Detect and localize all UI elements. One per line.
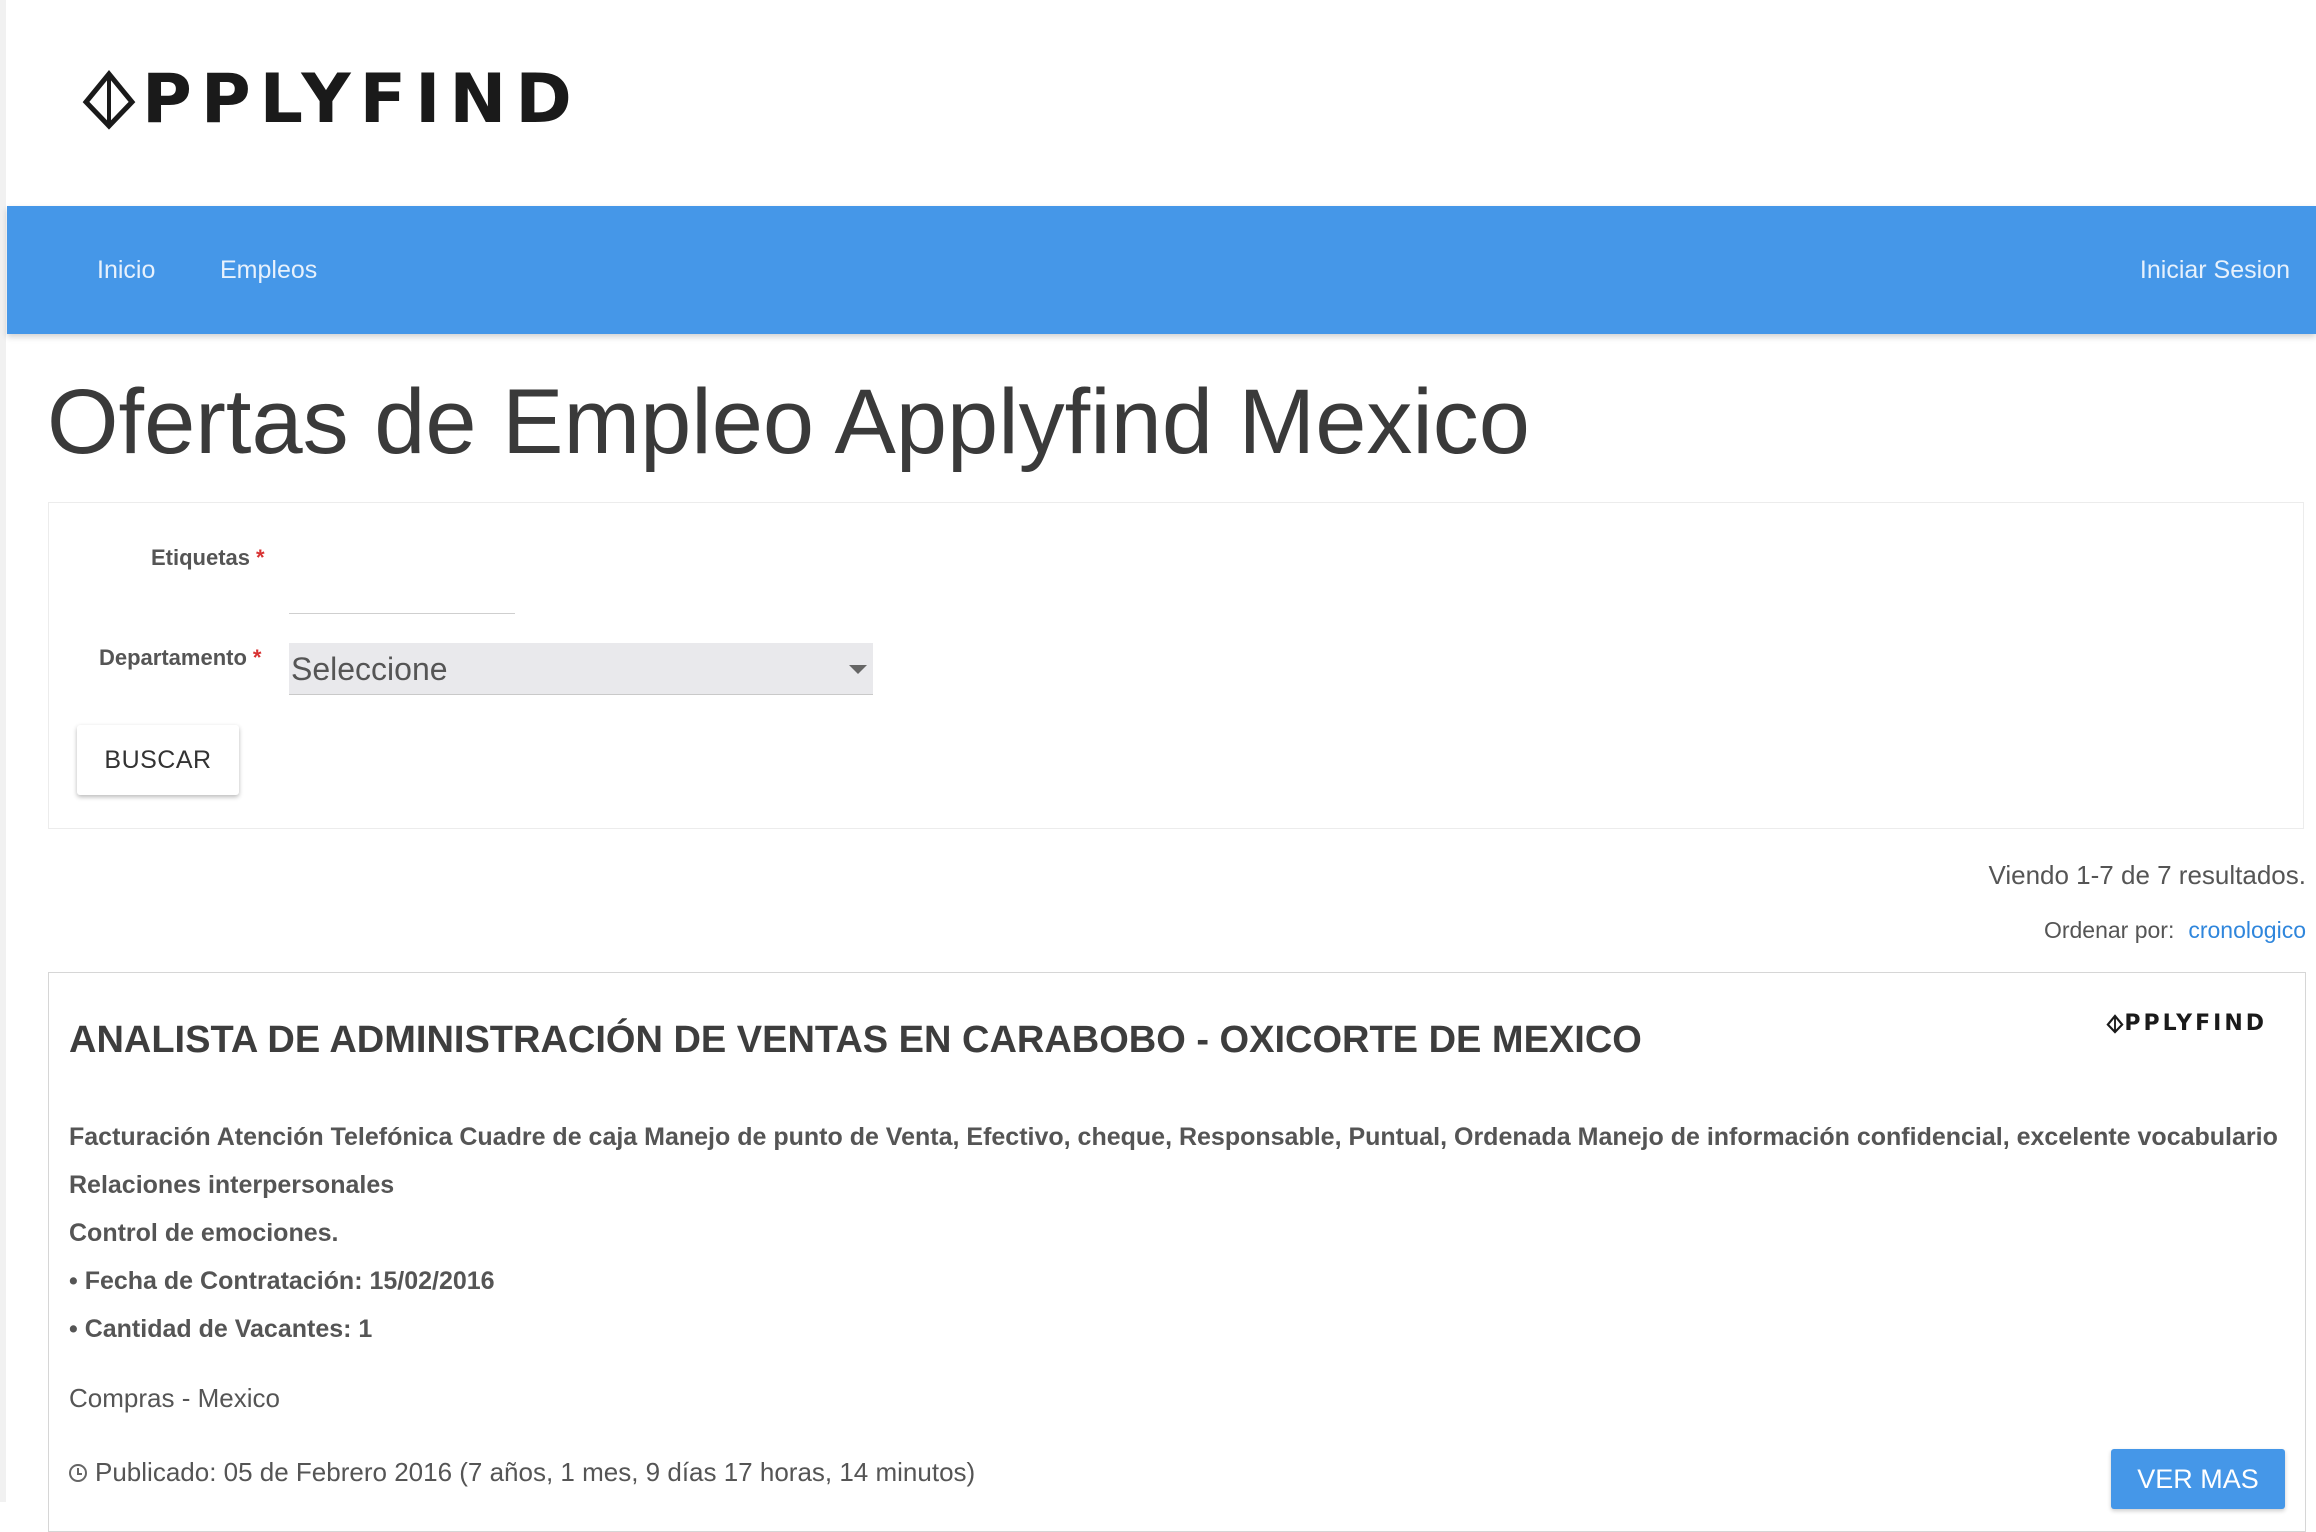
job-card: ANALISTA DE ADMINISTRACIÓN DE VENTAS EN … xyxy=(48,972,2306,1532)
job-description-line: Relaciones interpersonales xyxy=(69,1171,395,1199)
search-button[interactable]: BUSCAR xyxy=(77,725,239,795)
view-more-button[interactable]: VER MAS xyxy=(2111,1449,2285,1509)
department-label-text: Departamento xyxy=(99,645,247,670)
brand-logo-text: PPLYFIND xyxy=(142,60,581,139)
department-select[interactable]: Seleccione xyxy=(289,643,873,695)
tags-label-text: Etiquetas xyxy=(151,545,251,570)
clock-icon xyxy=(69,1463,87,1482)
nav-item-empleos[interactable]: Empleos xyxy=(220,206,317,334)
department-label: Departamento * xyxy=(99,645,261,671)
job-description-line: Facturación Atención Telefónica Cuadre d… xyxy=(69,1123,2278,1151)
login-link[interactable]: Iniciar Sesion xyxy=(2140,206,2290,334)
tags-input[interactable] xyxy=(289,563,515,614)
diamond-a-icon xyxy=(2106,1013,2124,1034)
chevron-down-icon xyxy=(849,665,867,674)
tags-label: Etiquetas * xyxy=(151,545,265,571)
required-mark: * xyxy=(256,545,265,570)
page-left-edge xyxy=(0,0,6,1502)
results-summary: Viendo 1-7 de 7 resultados. xyxy=(1988,860,2306,890)
job-location: Compras - Mexico xyxy=(69,1383,280,1413)
brand-logo[interactable]: PPLYFIND xyxy=(80,60,581,140)
sort-label: Ordenar por: xyxy=(2043,917,2175,943)
job-description: Facturación Atención Telefónica Cuadre d… xyxy=(69,1113,2289,1353)
company-logo: PPLYFIND xyxy=(2106,1011,2267,1036)
sort-link[interactable]: cronologico xyxy=(2188,917,2306,943)
job-hire-date: • Fecha de Contratación: 15/02/2016 xyxy=(69,1267,495,1295)
department-select-value: Seleccione xyxy=(291,651,448,687)
diamond-a-icon xyxy=(82,70,136,130)
nav-item-inicio[interactable]: Inicio xyxy=(97,206,155,334)
sort-row: Ordenar por: cronologico xyxy=(2044,917,2306,944)
job-vacancies: • Cantidad de Vacantes: 1 xyxy=(69,1315,373,1343)
company-logo-text: PPLYFIND xyxy=(2124,1011,2267,1036)
job-published: Publicado: 05 de Febrero 2016 (7 años, 1… xyxy=(69,1457,975,1488)
job-description-line: Control de emociones. xyxy=(69,1219,339,1247)
page-title: Ofertas de Empleo Applyfind Mexico xyxy=(47,371,1530,473)
required-mark: * xyxy=(252,645,262,670)
search-form: Etiquetas * Departamento * Seleccione BUSC… xyxy=(48,502,2304,829)
job-published-text: Publicado: 05 de Febrero 2016 (7 años, 1… xyxy=(95,1457,976,1487)
job-title[interactable]: ANALISTA DE ADMINISTRACIÓN DE VENTAS EN … xyxy=(69,1019,1642,1062)
top-navbar: Inicio Empleos Iniciar Sesion xyxy=(7,206,2316,334)
